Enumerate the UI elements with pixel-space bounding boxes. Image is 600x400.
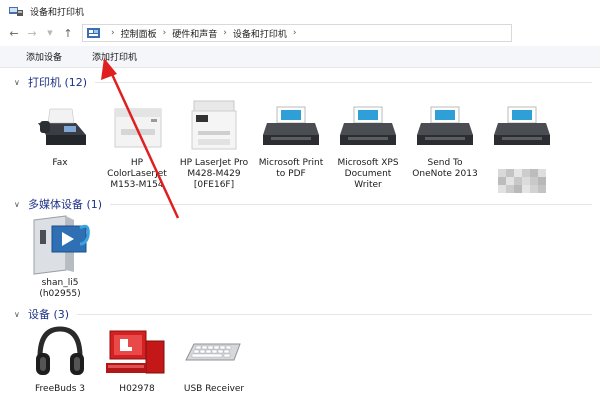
device-item-h02978[interactable]: H02978 bbox=[99, 322, 175, 395]
device-label: Fax bbox=[52, 158, 68, 168]
chevron-down-icon[interactable]: ∨ bbox=[14, 78, 24, 87]
window-title: 设备和打印机 bbox=[30, 7, 85, 18]
back-arrow-icon[interactable]: ← bbox=[6, 25, 22, 41]
printer-icon bbox=[263, 106, 319, 145]
device-item-hp-colorlaserjet[interactable]: HP ColorLaserJet M153-M154 bbox=[99, 96, 175, 191]
group-header-devices[interactable]: ∨ 设备 (3) bbox=[14, 306, 592, 322]
device-label: HP ColorLaserJet M153-M154 bbox=[107, 158, 167, 190]
device-item-freebuds[interactable]: FreeBuds 3 bbox=[22, 322, 98, 395]
device-label: HP LaserJet Pro M428-M429 [0FE16F] bbox=[179, 158, 249, 190]
breadcrumb-control-panel[interactable]: 控制面板 bbox=[121, 27, 157, 40]
device-item-printer[interactable] bbox=[484, 96, 560, 207]
device-item-send-to-onenote[interactable]: Send To OneNote 2013 bbox=[407, 96, 483, 180]
device-item-ms-print-pdf[interactable]: Microsoft Print to PDF bbox=[253, 96, 329, 180]
device-label: Microsoft Print to PDF bbox=[258, 158, 324, 179]
control-panel-icon bbox=[87, 28, 100, 38]
recent-dropdown-icon[interactable]: ▼ bbox=[42, 25, 58, 41]
media-server-icon bbox=[33, 215, 90, 275]
keyboard-icon bbox=[185, 343, 241, 361]
fax-icon bbox=[38, 108, 86, 145]
device-item-media-server[interactable]: shan_li5 (h02955) bbox=[22, 214, 98, 300]
computer-icon bbox=[106, 330, 165, 374]
device-item-fax[interactable]: Fax bbox=[22, 96, 98, 169]
headphones-icon bbox=[36, 326, 84, 375]
device-item-usb-receiver[interactable]: USB Receiver bbox=[176, 322, 252, 395]
devices-printers-icon bbox=[9, 7, 23, 16]
breadcrumb-devices-printers[interactable]: 设备和打印机 bbox=[233, 27, 287, 40]
laser-printer-icon bbox=[114, 108, 162, 147]
device-label: Send To OneNote 2013 bbox=[412, 158, 478, 179]
group-header-multimedia[interactable]: ∨ 多媒体设备 (1) bbox=[14, 196, 592, 212]
divider bbox=[110, 203, 592, 205]
divider bbox=[95, 81, 592, 83]
address-bar[interactable]: › 控制面板 › 硬件和声音 › 设备和打印机 › bbox=[82, 24, 512, 42]
device-label: FreeBuds 3 bbox=[35, 384, 85, 394]
group-title-devices: 设备 (3) bbox=[28, 308, 70, 321]
printer-icon bbox=[494, 106, 550, 145]
chevron-down-icon[interactable]: ∨ bbox=[14, 310, 24, 319]
device-label: USB Receiver bbox=[183, 384, 245, 394]
forward-arrow-icon[interactable]: → bbox=[24, 25, 40, 41]
printer-icon bbox=[340, 106, 396, 145]
divider bbox=[77, 313, 592, 315]
chevron-right-icon: › bbox=[223, 28, 227, 38]
device-item-hp-laserjet-pro[interactable]: HP LaserJet Pro M428-M429 [0FE16F] bbox=[176, 96, 252, 191]
up-arrow-icon[interactable]: ↑ bbox=[60, 25, 76, 41]
chevron-down-icon[interactable]: ∨ bbox=[14, 200, 24, 209]
printer-icon bbox=[417, 106, 473, 145]
navigation-bar: ← → ▼ ↑ › 控制面板 › 硬件和声音 › 设备和打印机 › bbox=[0, 22, 600, 44]
device-label: H02978 bbox=[119, 384, 155, 394]
add-printer-button[interactable]: 添加打印机 bbox=[92, 50, 137, 63]
device-label: Microsoft XPS Document Writer bbox=[337, 158, 399, 190]
group-title-multimedia: 多媒体设备 (1) bbox=[28, 198, 103, 211]
device-label: shan_li5 (h02955) bbox=[39, 278, 81, 299]
group-title-printers: 打印机 (12) bbox=[28, 76, 88, 89]
mfp-printer-icon bbox=[191, 100, 237, 150]
chevron-right-icon: › bbox=[292, 28, 297, 38]
add-device-button[interactable]: 添加设备 bbox=[26, 50, 62, 63]
breadcrumb-hardware-sound[interactable]: 硬件和声音 bbox=[172, 27, 217, 40]
device-item-ms-xps-writer[interactable]: Microsoft XPS Document Writer bbox=[330, 96, 406, 191]
group-header-printers[interactable]: ∨ 打印机 (12) bbox=[14, 74, 592, 90]
chevron-right-icon: › bbox=[111, 28, 115, 38]
chevron-right-icon: › bbox=[162, 28, 167, 38]
command-bar: 添加设备 添加打印机 bbox=[0, 46, 600, 68]
title-bar: 设备和打印机 bbox=[0, 0, 600, 22]
